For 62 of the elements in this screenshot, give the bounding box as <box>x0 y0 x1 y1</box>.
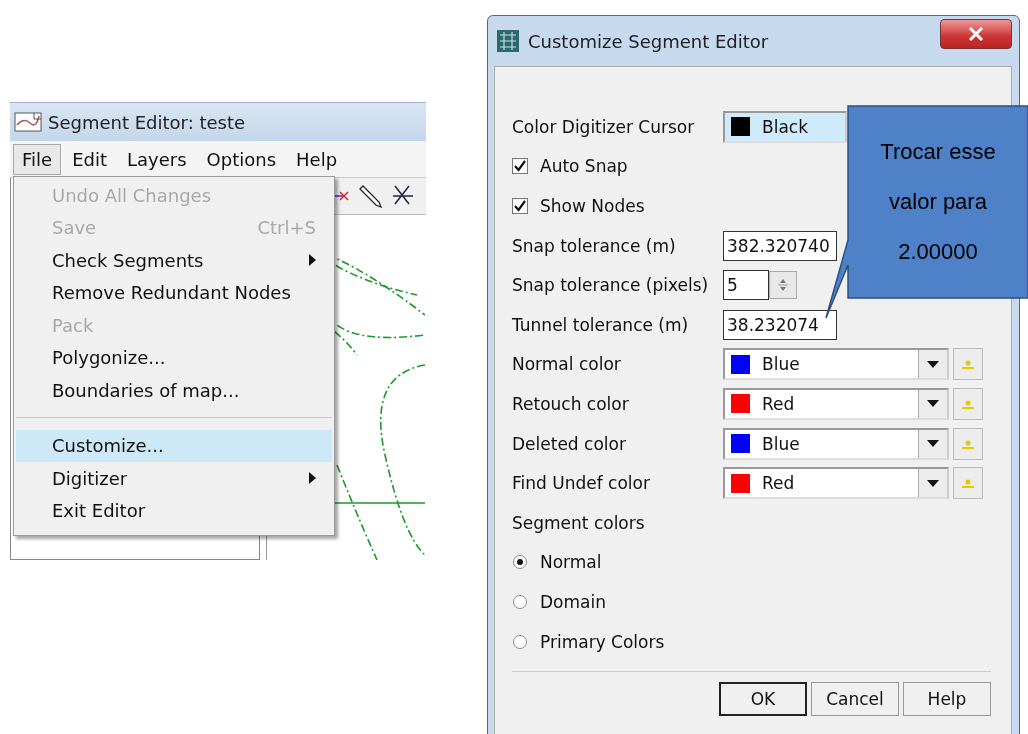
menu-item[interactable]: Remove Redundant Nodes <box>16 276 332 309</box>
checkbox-label[interactable]: Show Nodes <box>540 196 645 216</box>
input-field[interactable]: 38.232074 <box>723 309 837 340</box>
map-window-icon <box>14 111 42 133</box>
dropdown-arrow-icon <box>927 440 939 448</box>
field-label: Retouch color <box>512 393 630 414</box>
field-label: Snap tolerance (m) <box>512 235 677 256</box>
radio-button[interactable] <box>512 554 528 571</box>
dot-icon <box>961 359 975 370</box>
radio-label[interactable]: Normal <box>540 552 602 573</box>
color-picker-button[interactable] <box>953 467 983 500</box>
field-label: Find Undef color <box>512 473 651 494</box>
field-label: Snap tolerance (pixels) <box>512 275 710 296</box>
dialog-title: Customize Segment Editor <box>528 30 770 52</box>
radio-label[interactable]: Primary Colors <box>540 631 665 652</box>
input-field[interactable]: 5 <box>723 270 769 301</box>
menu-item[interactable]: Customize... <box>16 429 332 462</box>
color-picker-button[interactable] <box>953 387 983 420</box>
app-icon <box>496 29 520 53</box>
radio-button[interactable] <box>512 633 528 650</box>
color-picker-button[interactable] <box>953 427 983 460</box>
dialog-button[interactable]: Cancel <box>811 682 899 717</box>
menu-item[interactable]: Boundaries of map... <box>16 374 332 407</box>
menu-bar-item[interactable]: Edit <box>63 143 116 175</box>
menu-bar-item[interactable]: File <box>13 143 62 175</box>
color-dropdown[interactable]: Blue <box>723 348 949 381</box>
menu-item[interactable]: Polygonize... <box>16 341 332 374</box>
field-label: Normal color <box>512 354 622 375</box>
dot-icon <box>961 478 975 489</box>
menu-item[interactable]: Exit Editor <box>16 494 332 527</box>
menu-bar-item[interactable]: Help <box>287 143 347 175</box>
checkbox[interactable] <box>512 158 528 175</box>
dropdown-arrow-icon <box>927 360 939 368</box>
dialog-button[interactable]: Help <box>903 682 991 717</box>
dropdown-arrow-icon <box>927 400 939 408</box>
spin-button[interactable] <box>769 271 797 300</box>
input-field[interactable]: 382.320740 <box>723 230 837 261</box>
color-picker-button[interactable] <box>953 348 983 381</box>
window-title: Segment Editor: teste <box>48 111 246 133</box>
dropdown-arrow-icon <box>927 479 939 487</box>
color-dropdown[interactable]: Red <box>723 467 949 500</box>
field-label: Tunnel tolerance (m) <box>512 314 690 335</box>
close-button[interactable] <box>940 19 1012 49</box>
menu-item[interactable]: Check Segments <box>16 244 332 277</box>
radio-button[interactable] <box>512 593 528 610</box>
dot-icon <box>961 398 975 409</box>
section-label: Segment colors <box>512 512 645 533</box>
dialog-button[interactable]: OK <box>719 682 807 717</box>
menu-item[interactable]: Digitizer <box>16 462 332 495</box>
menu-bar-item[interactable]: Options <box>197 143 285 175</box>
checkbox-label[interactable]: Auto Snap <box>540 156 628 177</box>
dot-icon <box>961 438 975 449</box>
field-label: Color Digitizer Cursor <box>512 116 696 137</box>
radio-label[interactable]: Domain <box>540 591 606 612</box>
checkbox[interactable] <box>512 198 528 214</box>
color-dropdown[interactable]: Black <box>723 110 847 143</box>
field-label: Deleted color <box>512 433 627 454</box>
menu-bar-item[interactable]: Layers <box>118 143 196 175</box>
pencil-icon[interactable] <box>359 184 383 208</box>
color-dropdown[interactable]: Blue <box>723 427 949 460</box>
color-dropdown[interactable]: Red <box>723 387 949 420</box>
close-icon <box>968 27 984 41</box>
